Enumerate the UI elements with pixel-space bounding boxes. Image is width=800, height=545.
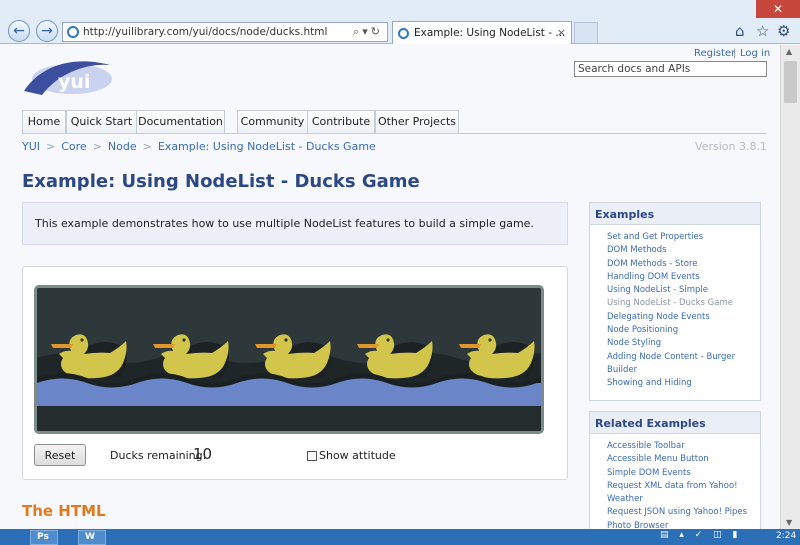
duck-beak (459, 344, 481, 348)
home-icon[interactable]: ⌂ (735, 22, 745, 40)
toplink-separator: | (733, 48, 737, 59)
examples-panel: Examples Set and Get Properties DOM Meth… (589, 202, 761, 401)
related-link[interactable]: Request JSON using Yahoo! Pipes (607, 506, 760, 519)
example-link-current: Using NodeList - Ducks Game (607, 298, 733, 309)
related-link[interactable]: Weather (607, 493, 760, 506)
word-icon: W (85, 532, 95, 542)
page-scrollbar[interactable]: ▲ ▼ (780, 45, 800, 529)
address-url[interactable]: http://yuilibrary.com/yui/docs/node/duck… (83, 26, 327, 38)
examples-panel-title: Examples (590, 203, 760, 225)
breadcrumb-yui[interactable]: YUI (22, 140, 40, 153)
page-title: Example: Using NodeList - Ducks Game (22, 171, 420, 192)
show-attitude-checkbox[interactable] (307, 451, 317, 461)
scroll-up-arrow-icon[interactable]: ▲ (786, 47, 792, 56)
example-link[interactable]: Set and Get Properties (607, 231, 760, 244)
breadcrumb-separator: > (46, 140, 56, 153)
related-examples-panel: Related Examples Accessible Toolbar Acce… (589, 411, 761, 529)
ducks-remaining-count: 10 (193, 445, 213, 463)
duck-beak (153, 344, 175, 348)
breadcrumb-separator: > (92, 140, 102, 153)
tab-documentation[interactable]: Documentation (136, 110, 225, 134)
back-button[interactable]: ← (8, 20, 30, 42)
address-bar[interactable]: http://yuilibrary.com/yui/docs/node/duck… (62, 22, 388, 42)
system-tray-icons[interactable]: ▤ ▴ ✓ ◫ ▮ (660, 530, 741, 540)
related-link[interactable]: Request XML data from Yahoo! (607, 480, 760, 493)
browser-tab[interactable]: Example: Using NodeList - ... × (392, 21, 572, 44)
page-content: yui Register | Log in Home Quick Start D… (0, 45, 780, 529)
breadcrumb-current[interactable]: Example: Using NodeList - Ducks Game (158, 140, 376, 153)
related-list: Accessible Toolbar Accessible Menu Butto… (590, 434, 760, 529)
register-link[interactable]: Register (694, 48, 735, 59)
browser-chrome: ✕ ← → http://yuilibrary.com/yui/docs/nod… (0, 0, 800, 44)
related-panel-title: Related Examples (590, 412, 760, 434)
related-link[interactable]: Simple DOM Events (607, 467, 760, 480)
duck-eye (182, 338, 186, 342)
scrollbar-thumb[interactable] (784, 61, 797, 103)
duck-eye (284, 338, 288, 342)
related-link[interactable]: Accessible Menu Button (607, 453, 760, 466)
taskbar-clock: 2:24 (776, 531, 797, 541)
duck-beak (255, 344, 277, 348)
example-link[interactable]: Using NodeList - Simple (607, 284, 760, 297)
related-link[interactable]: Accessible Toolbar (607, 440, 760, 453)
duck-beak (357, 344, 379, 348)
scroll-down-arrow-icon[interactable]: ▼ (786, 518, 792, 527)
ie-icon (398, 28, 409, 39)
logo-text: yui (58, 71, 90, 93)
duck-beak (51, 344, 73, 348)
section-heading-html: The HTML (22, 502, 106, 520)
intro-box: This example demonstrates how to use mul… (22, 202, 568, 245)
game-box: Reset Ducks remaining: 10 Show attitude (22, 266, 568, 480)
taskbar: Ps W ▤ ▴ ✓ ◫ ▮ 2:24 (0, 529, 800, 545)
example-link[interactable]: DOM Methods - Store (607, 258, 760, 271)
window-close-button[interactable]: ✕ (756, 0, 800, 18)
photoshop-icon: Ps (37, 532, 49, 542)
examples-list: Set and Get Properties DOM Methods DOM M… (590, 225, 760, 391)
forward-button[interactable]: → (36, 20, 58, 42)
example-link[interactable]: Handling DOM Events (607, 271, 760, 284)
new-tab-button[interactable] (574, 22, 598, 43)
taskbar-photoshop[interactable]: Ps (30, 530, 58, 545)
duck-eye (80, 338, 84, 342)
ducks-remaining-label: Ducks remaining: (110, 449, 207, 462)
tab-community[interactable]: Community (237, 110, 308, 134)
favorites-star-icon[interactable]: ☆ (756, 22, 769, 40)
breadcrumb-node[interactable]: Node (108, 140, 137, 153)
version-label: Version 3.8.1 (695, 140, 767, 153)
taskbar-word[interactable]: W (78, 530, 106, 545)
breadcrumb: YUI > Core > Node > Example: Using NodeList - … (22, 140, 376, 153)
tab-home[interactable]: Home (22, 110, 66, 134)
tab-other-projects[interactable]: Other Projects (375, 110, 459, 134)
ducks-game-scene (37, 288, 541, 431)
example-link[interactable]: Showing and Hiding (607, 377, 760, 390)
duck-eye (386, 338, 390, 342)
breadcrumb-separator: > (142, 140, 152, 153)
tab-close-icon[interactable]: × (557, 26, 566, 39)
related-link[interactable]: Photo Browser (607, 520, 760, 529)
tab-contribute[interactable]: Contribute (307, 110, 375, 134)
example-link[interactable]: Node Styling (607, 337, 760, 350)
reset-button[interactable]: Reset (34, 444, 86, 466)
ground (37, 406, 541, 431)
tab-title: Example: Using NodeList - ... (414, 27, 566, 39)
example-link[interactable]: Builder (607, 364, 760, 377)
nav-divider (22, 133, 766, 134)
example-link[interactable]: DOM Methods (607, 244, 760, 257)
ie-icon (67, 26, 79, 38)
breadcrumb-core[interactable]: Core (61, 140, 86, 153)
example-link[interactable]: Delegating Node Events (607, 311, 760, 324)
search-input[interactable] (574, 61, 767, 77)
example-link[interactable]: Node Positioning (607, 324, 760, 337)
gear-icon[interactable]: ⚙ (777, 22, 790, 40)
example-link[interactable]: Adding Node Content - Burger (607, 351, 760, 364)
show-attitude-label[interactable]: Show attitude (319, 449, 396, 462)
duck-eye (488, 338, 492, 342)
yui-logo[interactable]: yui (20, 55, 114, 99)
tab-quick-start[interactable]: Quick Start (66, 110, 137, 134)
search-dropdown-refresh-icons[interactable]: ⌕▾↻ (353, 25, 383, 39)
login-link[interactable]: Log in (740, 48, 770, 59)
ducks-game-area (34, 285, 544, 434)
